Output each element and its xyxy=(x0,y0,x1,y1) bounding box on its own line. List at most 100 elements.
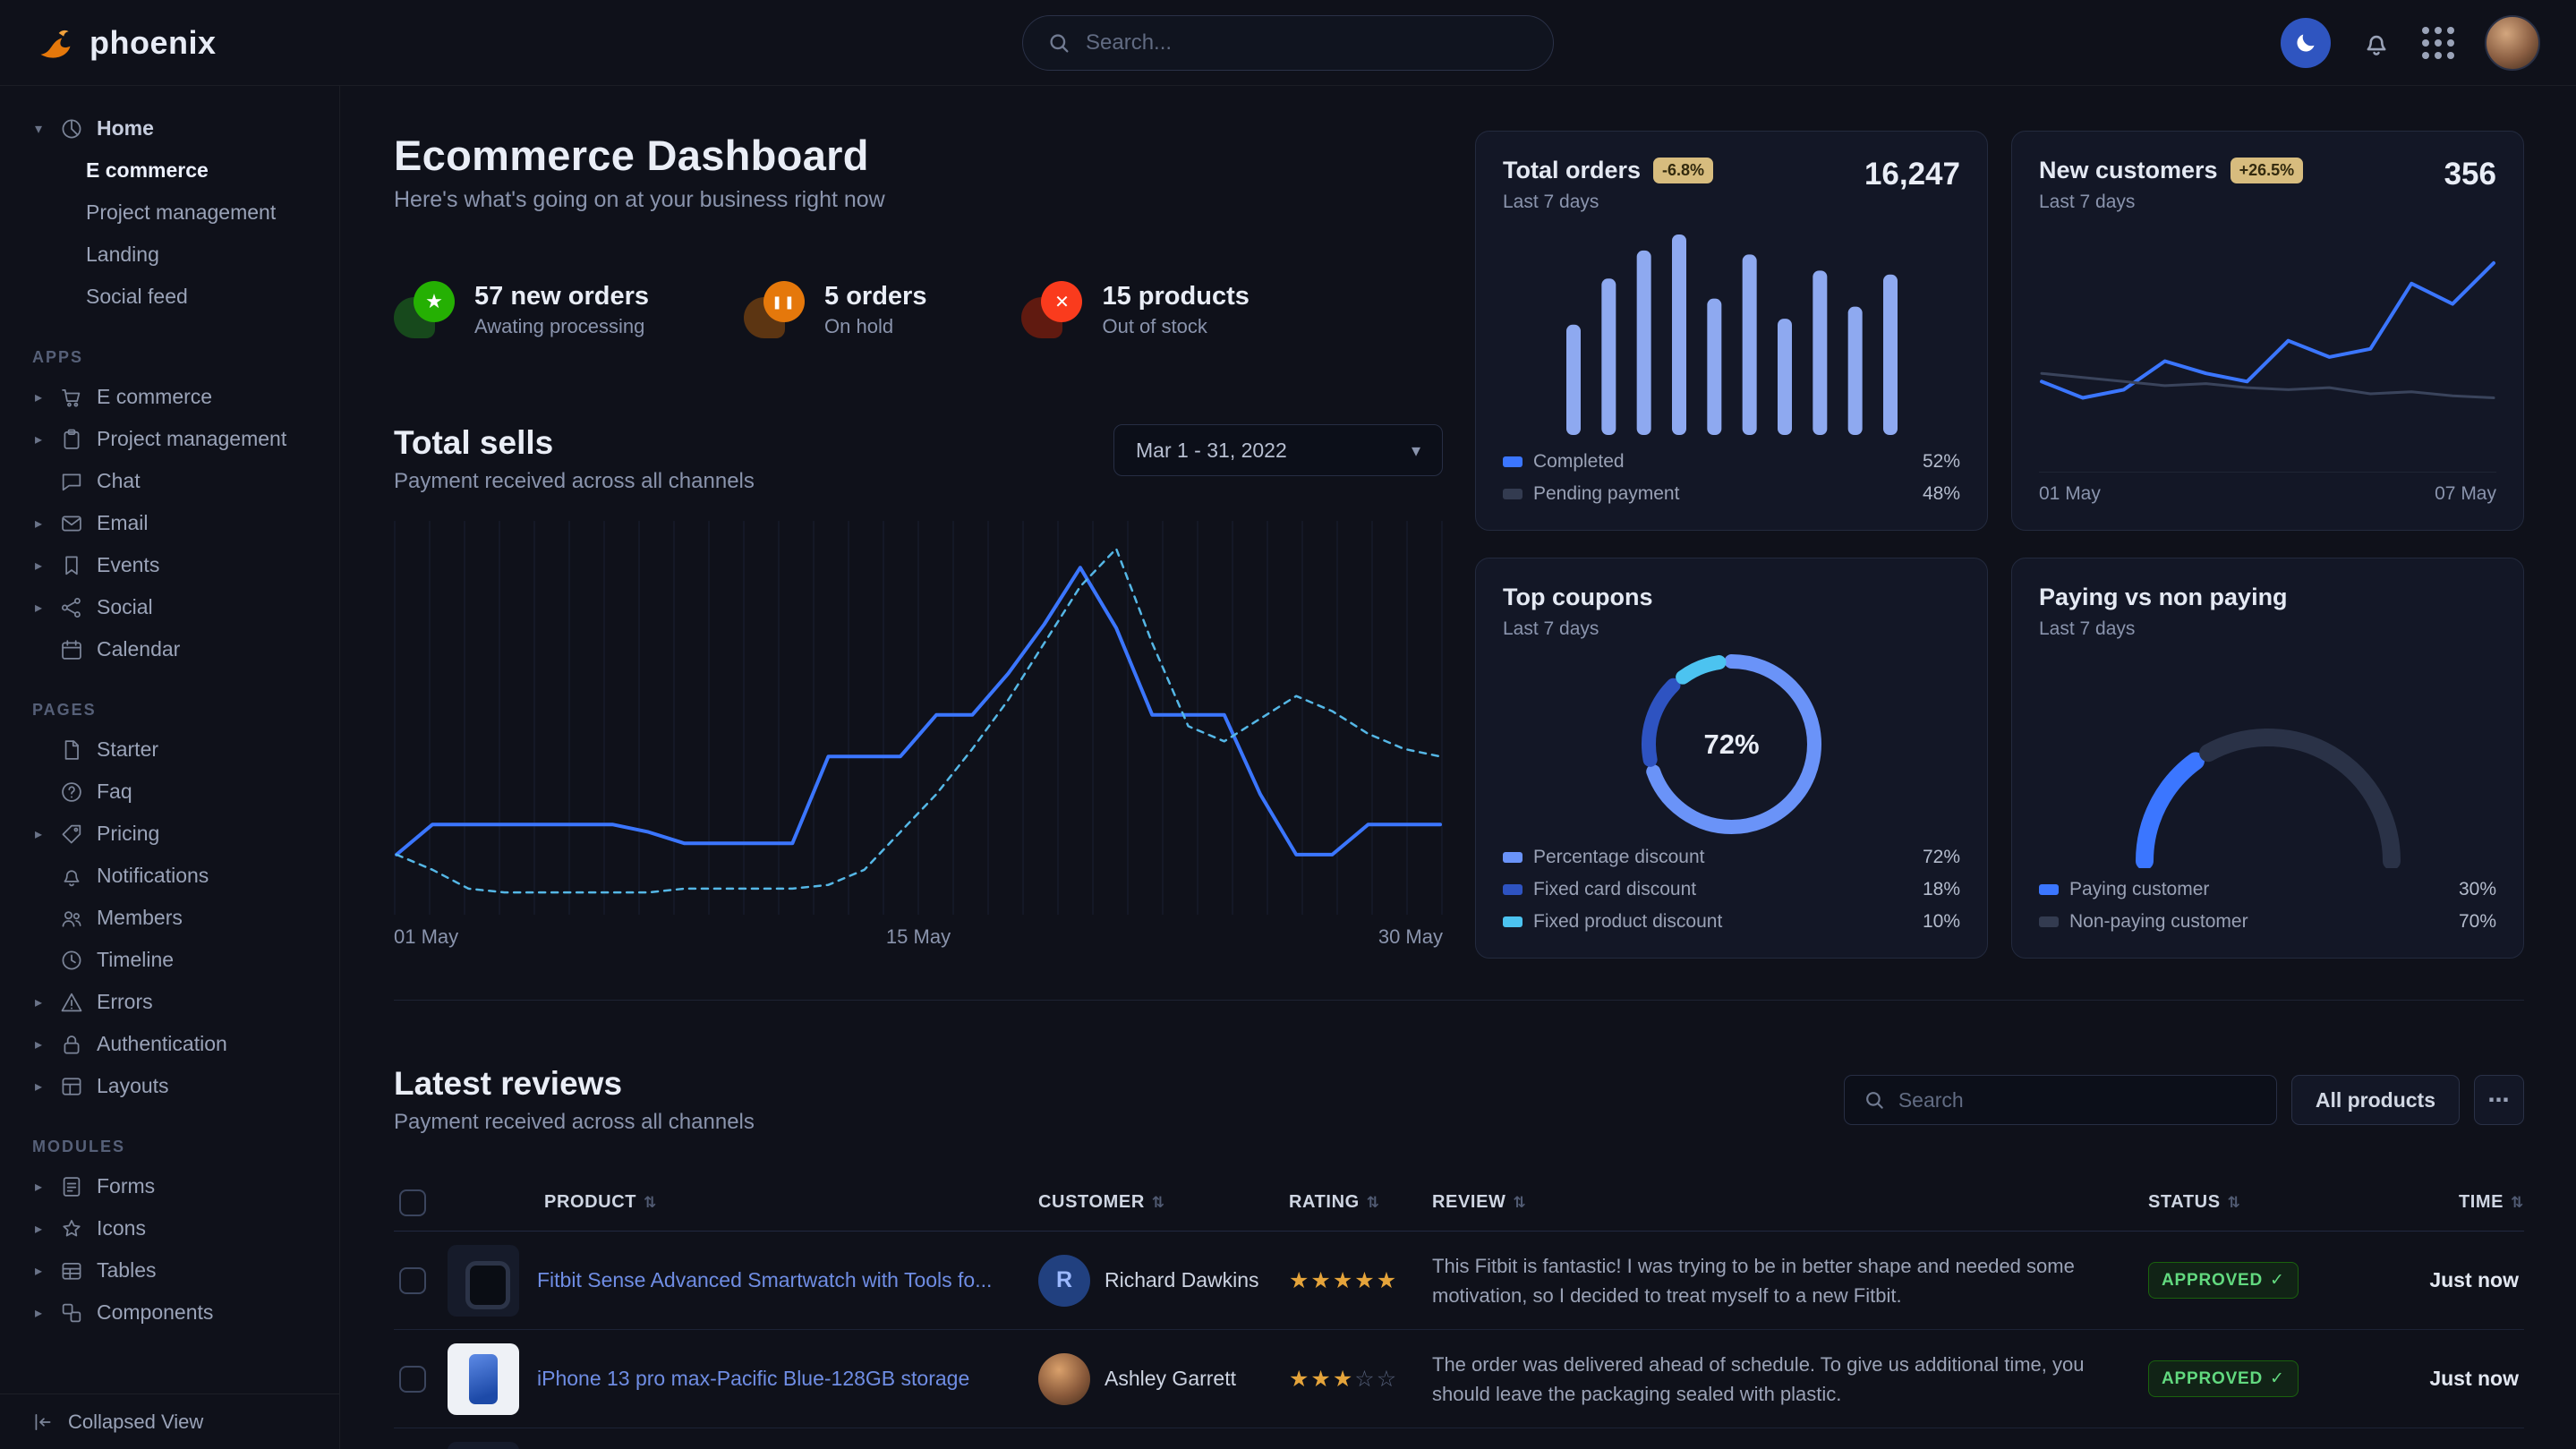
total-orders-value: 16,247 xyxy=(1864,157,1960,192)
sidebar-item-social-feed[interactable]: Social feed xyxy=(0,276,339,318)
more-options-button[interactable]: ⋯ xyxy=(2474,1075,2524,1125)
row-checkbox[interactable] xyxy=(399,1366,426,1393)
sidebar-item-starter[interactable]: Starter xyxy=(0,729,339,771)
chevron-right-icon: ▸ xyxy=(30,388,47,406)
sidebar-item-label: Tables xyxy=(97,1258,156,1283)
legend-row: Completed 52% xyxy=(1503,451,1960,473)
section-title-apps: APPS xyxy=(0,348,339,367)
sidebar-item-label: Timeline xyxy=(97,948,174,972)
global-search[interactable] xyxy=(1022,15,1554,71)
sidebar-item-errors[interactable]: ▸ Errors xyxy=(0,981,339,1023)
collapse-label: Collapsed View xyxy=(68,1411,203,1434)
sort-icon: ⇅ xyxy=(1152,1194,1165,1212)
sidebar-item-label: E commerce xyxy=(97,385,212,409)
sort-icon: ⇅ xyxy=(2228,1194,2241,1212)
sort-icon: ⇅ xyxy=(2511,1194,2524,1212)
total-sells-x-axis: 01 May 15 May 30 May xyxy=(394,925,1443,949)
date-range-select[interactable]: Mar 1 - 31, 2022 ▾ xyxy=(1113,424,1443,476)
sort-icon: ⇅ xyxy=(1367,1194,1380,1212)
sidebar-item-events[interactable]: ▸ Events xyxy=(0,544,339,586)
chat-icon xyxy=(59,469,84,494)
sidebar-item-e-commerce-dashboard[interactable]: E commerce xyxy=(0,149,339,192)
reviews-subtitle: Payment received across all channels xyxy=(394,1110,755,1135)
sidebar-item-project-management-dashboard[interactable]: Project management xyxy=(0,192,339,234)
search-input[interactable] xyxy=(1086,30,1530,55)
sidebar-item-components[interactable]: ▸ Components xyxy=(0,1291,339,1334)
product-thumbnail[interactable] xyxy=(448,1442,519,1449)
sidebar-item-chat[interactable]: Chat xyxy=(0,460,339,502)
total-sells-title: Total sells xyxy=(394,424,755,462)
stats-row: ★ 57 new orders Awating processing ❚❚ 5 … xyxy=(394,281,1443,338)
select-all-checkbox[interactable] xyxy=(399,1189,426,1216)
customer-avatar[interactable]: R xyxy=(1038,1255,1090,1307)
sidebar-item-icons[interactable]: ▸ Icons xyxy=(0,1207,339,1249)
chevron-right-icon: ▸ xyxy=(30,1078,47,1095)
page-title: Ecommerce Dashboard xyxy=(394,131,1443,180)
brand[interactable]: phoenix xyxy=(36,23,217,63)
sidebar-item-layouts[interactable]: ▸ Layouts xyxy=(0,1065,339,1107)
product-thumbnail[interactable] xyxy=(448,1245,519,1317)
sidebar-item-label: Components xyxy=(97,1300,213,1325)
sidebar-item-home[interactable]: ▾ Home xyxy=(0,107,339,149)
sidebar-item-email[interactable]: ▸ Email xyxy=(0,502,339,544)
user-avatar[interactable] xyxy=(2485,15,2540,71)
notifications-button[interactable] xyxy=(2361,28,2392,58)
product-link[interactable]: iPhone 13 pro max-Pacific Blue-128GB sto… xyxy=(537,1367,1038,1391)
bell-icon xyxy=(59,864,84,889)
product-thumbnail[interactable] xyxy=(448,1343,519,1415)
sidebar-item-calendar[interactable]: Calendar xyxy=(0,628,339,670)
reviews-search[interactable] xyxy=(1844,1075,2277,1125)
column-header-time[interactable]: TIME⇅ xyxy=(2363,1192,2524,1213)
layout-icon xyxy=(59,1074,84,1099)
column-header-status[interactable]: STATUS⇅ xyxy=(2148,1192,2363,1213)
customer-name[interactable]: Richard Dawkins xyxy=(1105,1268,1259,1292)
sidebar-item-tables[interactable]: ▸ Tables xyxy=(0,1249,339,1291)
apps-grid-button[interactable] xyxy=(2422,27,2454,59)
sidebar-item-label: Email xyxy=(97,511,149,535)
customer-avatar[interactable] xyxy=(1038,1353,1090,1405)
sidebar-item-members[interactable]: Members xyxy=(0,897,339,939)
sidebar-item-faq[interactable]: Faq xyxy=(0,771,339,813)
sidebar-item-social[interactable]: ▸ Social xyxy=(0,586,339,628)
tag-icon xyxy=(59,822,84,847)
sidebar-item-landing[interactable]: Landing xyxy=(0,234,339,276)
reviews-search-input[interactable] xyxy=(1898,1088,2258,1112)
table-row[interactable]: Fitbit Sense Advanced Smartwatch with To… xyxy=(394,1232,2524,1330)
sidebar-item-pricing[interactable]: ▸ Pricing xyxy=(0,813,339,855)
chevron-right-icon: ▸ xyxy=(30,1304,47,1322)
all-products-button[interactable]: All products xyxy=(2291,1075,2460,1125)
sidebar-item-forms[interactable]: ▸ Forms xyxy=(0,1165,339,1207)
row-checkbox[interactable] xyxy=(399,1267,426,1294)
table-row[interactable]: iPhone 13 pro max-Pacific Blue-128GB sto… xyxy=(394,1330,2524,1428)
product-link[interactable]: Fitbit Sense Advanced Smartwatch with To… xyxy=(537,1268,1038,1292)
column-header-customer[interactable]: CUSTOMER⇅ xyxy=(1038,1192,1289,1213)
main-content: Ecommerce Dashboard Here's what's going … xyxy=(341,86,2576,1449)
column-header-review[interactable]: REVIEW⇅ xyxy=(1432,1192,2148,1213)
on-hold-icon: ❚❚ xyxy=(744,281,805,338)
sidebar-item-authentication[interactable]: ▸ Authentication xyxy=(0,1023,339,1065)
status-badge: APPROVED✓ xyxy=(2148,1262,2299,1299)
status-badge: APPROVED✓ xyxy=(2148,1360,2299,1397)
file-icon xyxy=(59,737,84,763)
sidebar-item-label: Errors xyxy=(97,990,153,1014)
sidebar-item-notifications[interactable]: Notifications xyxy=(0,855,339,897)
sidebar-item-label: Chat xyxy=(97,469,141,493)
column-header-product[interactable]: PRODUCT⇅ xyxy=(537,1192,1038,1213)
pie-chart-icon xyxy=(59,116,84,141)
customer-name[interactable]: Ashley Garrett xyxy=(1105,1367,1236,1391)
sidebar-item-label: Members xyxy=(97,906,183,930)
legend-marker xyxy=(2039,884,2059,895)
sidebar-item-label: Forms xyxy=(97,1174,155,1198)
sidebar-item-e-commerce-app[interactable]: ▸ E commerce xyxy=(0,376,339,418)
trend-badge: +26.5% xyxy=(2231,158,2304,183)
column-header-rating[interactable]: RATING⇅ xyxy=(1289,1192,1432,1213)
card-period: Last 7 days xyxy=(2039,618,2496,640)
sidebar-item-timeline[interactable]: Timeline xyxy=(0,939,339,981)
sidebar-item-project-management[interactable]: ▸ Project management xyxy=(0,418,339,460)
question-icon xyxy=(59,780,84,805)
x-tick: 07 May xyxy=(2435,483,2496,505)
table-row[interactable] xyxy=(394,1428,2524,1449)
dark-mode-toggle[interactable] xyxy=(2281,18,2331,68)
star-icon xyxy=(59,1216,84,1241)
collapse-sidebar-button[interactable]: Collapsed View xyxy=(0,1394,339,1449)
